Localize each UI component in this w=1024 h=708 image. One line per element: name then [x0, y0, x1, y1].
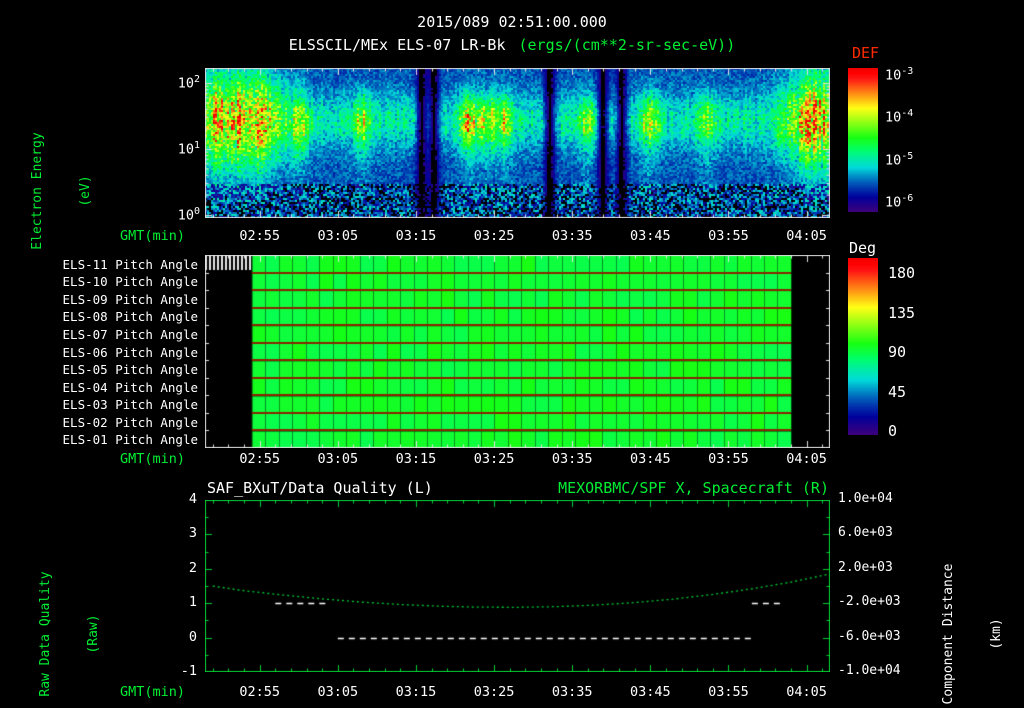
- distance-right-axis-label-line1: Component Distance: [941, 563, 956, 705]
- deg-colorbar-title: Deg: [849, 239, 877, 257]
- distance-right-tick-label: -6.0e+03: [838, 628, 901, 644]
- quality-left-tick-label: 1: [188, 594, 197, 611]
- energy-tick-base: 10: [177, 75, 194, 92]
- pitch-row-label: ELS-03 Pitch Angle: [62, 397, 198, 413]
- time-tick-label: 03:15: [395, 228, 437, 244]
- quality-left-tick-label: 4: [188, 491, 197, 507]
- distance-right-tick-label: -2.0e+03: [838, 594, 901, 610]
- distance-right-tick-label: -1.0e+04: [838, 663, 901, 678]
- quality-left-tick-label: 3: [188, 525, 197, 542]
- energy-tick-base: 10: [177, 141, 194, 158]
- deg-colorbar-tick-label: 135: [888, 303, 916, 322]
- time-tick-label: 03:25: [473, 228, 515, 244]
- def-tick-base: 10: [885, 194, 902, 211]
- plot-datetime-title: 2015/089 02:51:00.000: [417, 13, 607, 31]
- time-tick-label: 03:25: [473, 451, 515, 467]
- quality-left-tick-label: -1: [180, 663, 197, 679]
- time-tick-label: 03:25: [473, 684, 515, 700]
- def-tick-exp: -6: [901, 192, 914, 204]
- def-tick-exp: -4: [901, 108, 914, 120]
- time-tick-label: 03:15: [395, 451, 437, 467]
- distance-right-tick-label: 1.0e+04: [838, 491, 893, 506]
- gmt-axis-label-bottom: GMT(min): [119, 684, 185, 700]
- time-tick-label: 04:05: [786, 451, 827, 467]
- quality-distance-canvas: [205, 500, 830, 672]
- subtitle-units-label: (ergs/(cm**2-sr-sec-eV)): [518, 36, 736, 54]
- distance-right-tick-label: 2.0e+03: [838, 559, 893, 575]
- distance-right-axis-label-line2: (km): [989, 618, 1004, 650]
- els-summary-plot: 2015/089 02:51:00.000 ELSSCIL/MEx ELS-07…: [0, 0, 1024, 708]
- time-tick-label: 03:45: [629, 228, 671, 244]
- subtitle-source-label: ELSSCIL/MEx ELS-07 LR-Bk: [288, 36, 506, 54]
- quality-left-axis-label-line1: Raw Data Quality: [38, 571, 53, 697]
- deg-colorbar-tick-label: 45: [888, 382, 907, 401]
- time-tick-label: 03:05: [317, 451, 359, 467]
- spectrogram-canvas: [205, 68, 830, 218]
- quality-left-tick-label: 0: [188, 628, 197, 645]
- gmt-axis-label-middle: GMT(min): [119, 451, 185, 467]
- quality-right-series-title: MEXORBMC/SPF X, Spacecraft (R): [558, 479, 829, 497]
- pitch-angle-canvas: [205, 255, 830, 448]
- quality-left-axis-label: Raw Data Quality (Raw): [6, 524, 134, 708]
- time-tick-label: 03:15: [395, 684, 437, 700]
- time-tick-label: 02:55: [239, 228, 280, 244]
- time-tick-label: 04:05: [786, 684, 827, 700]
- def-colorbar-tick-label: 10-4: [885, 108, 913, 126]
- distance-right-axis-label: Component Distance (km): [909, 524, 1024, 708]
- pitch-row-label: ELS-08 Pitch Angle: [62, 309, 198, 325]
- time-tick-label: 03:45: [629, 684, 671, 700]
- energy-tick-label: 101: [140, 140, 200, 158]
- def-tick-exp: -3: [901, 66, 914, 77]
- pitch-row-label: ELS-06 Pitch Angle: [62, 344, 198, 360]
- time-tick-label: 03:55: [708, 451, 749, 467]
- def-tick-base: 10: [885, 109, 902, 126]
- distance-right-tick-label: 6.0e+03: [838, 525, 893, 541]
- time-tick-label: 03:05: [317, 684, 359, 700]
- def-colorbar-tick-label: 10-6: [885, 193, 913, 211]
- energy-tick-exp: 2: [193, 74, 200, 86]
- time-tick-label: 02:55: [239, 684, 280, 700]
- def-colorbar-tick-label: 10-5: [885, 151, 913, 169]
- quality-left-tick-label: 2: [188, 559, 197, 576]
- quality-left-axis-label-line2: (Raw): [86, 614, 101, 654]
- time-tick-label: 03:45: [629, 451, 671, 467]
- time-tick-label: 03:55: [708, 684, 749, 700]
- time-tick-label: 03:35: [551, 228, 593, 244]
- energy-tick-exp: 1: [193, 140, 200, 152]
- deg-colorbar-tick-label: 180: [888, 264, 916, 282]
- time-tick-label: 03:05: [317, 228, 359, 244]
- pitch-row-label: ELS-11 Pitch Angle: [62, 256, 198, 272]
- def-tick-base: 10: [885, 67, 902, 84]
- def-colorbar-tick-label: 10-3: [885, 66, 913, 84]
- gmt-axis-label-top: GMT(min): [119, 228, 185, 244]
- energy-tick-label: 100: [140, 206, 200, 224]
- def-colorbar-title: DEF: [852, 44, 880, 62]
- def-colorbar: [848, 68, 878, 212]
- pitch-row-label: ELS-09 Pitch Angle: [62, 291, 198, 307]
- energy-tick-base: 10: [177, 207, 194, 224]
- pitch-row-label: ELS-05 Pitch Angle: [62, 362, 198, 378]
- deg-colorbar-tick-label: 90: [888, 343, 907, 361]
- energy-tick-label: 102: [140, 74, 200, 92]
- time-tick-label: 03:35: [551, 684, 593, 700]
- pitch-row-label: ELS-07 Pitch Angle: [62, 326, 198, 342]
- pitch-row-label: ELS-10 Pitch Angle: [62, 274, 198, 290]
- pitch-row-label: ELS-04 Pitch Angle: [62, 379, 198, 395]
- pitch-row-label: ELS-01 Pitch Angle: [62, 432, 198, 448]
- def-tick-base: 10: [885, 152, 902, 169]
- def-tick-exp: -5: [901, 150, 914, 162]
- time-tick-label: 03:35: [551, 451, 593, 467]
- deg-colorbar-tick-label: 0: [888, 422, 898, 440]
- pitch-row-label: ELS-02 Pitch Angle: [62, 414, 198, 430]
- energy-tick-exp: 0: [193, 206, 200, 217]
- time-tick-label: 02:55: [239, 451, 280, 467]
- time-tick-label: 04:05: [786, 228, 827, 244]
- time-tick-label: 03:55: [708, 228, 749, 244]
- deg-colorbar: [848, 258, 878, 435]
